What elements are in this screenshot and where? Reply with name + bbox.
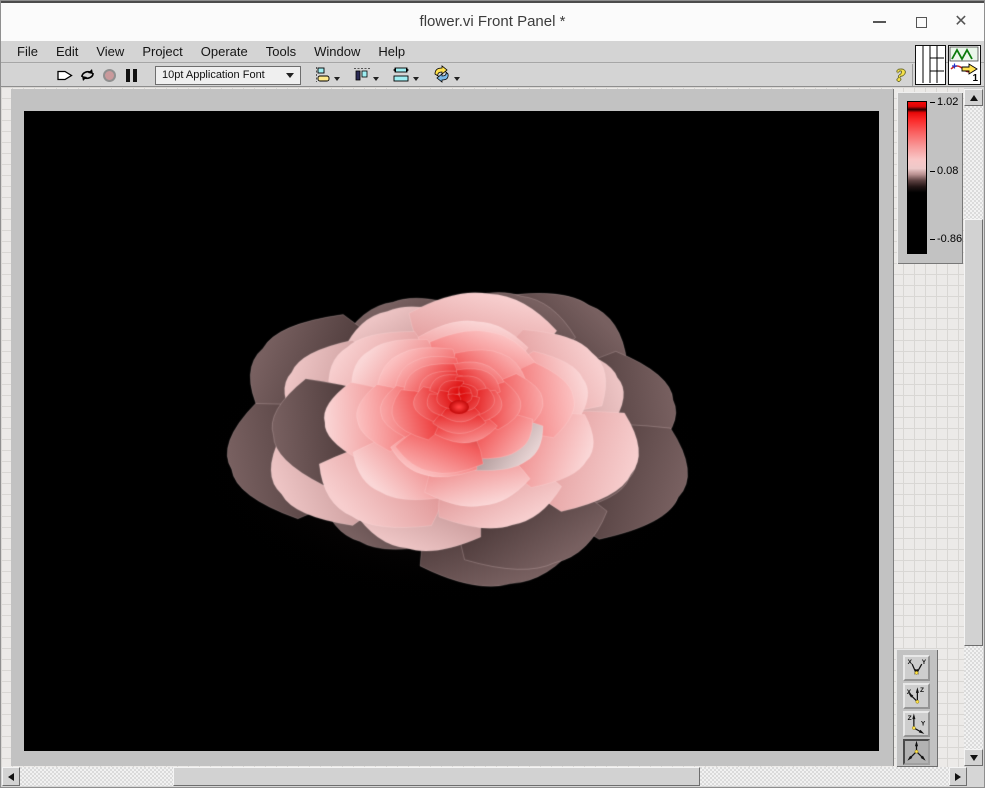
arrow-up-icon	[970, 95, 978, 101]
3d-graph-control	[11, 89, 894, 766]
svg-text:X: X	[908, 659, 913, 666]
color-scale-mid-label: 0.08	[937, 165, 958, 177]
chevron-down-icon	[286, 73, 294, 78]
tick-mark	[930, 171, 935, 172]
scroll-left-button[interactable]	[2, 767, 20, 786]
close-button[interactable]: ✕	[944, 3, 978, 41]
font-selector-value: 10pt Application Font	[162, 69, 286, 81]
resize-objects-icon	[392, 66, 411, 83]
svg-text:Z: Z	[908, 715, 912, 722]
scroll-down-button[interactable]	[964, 749, 983, 766]
vi-number-badge: 1	[972, 73, 978, 84]
projection-zy-button[interactable]: ZY	[903, 711, 930, 737]
vertical-scrollbar-thumb[interactable]	[964, 219, 983, 646]
svg-text:Y: Y	[922, 659, 927, 666]
grid-icon	[916, 46, 944, 83]
front-panel: 1.02 0.08 -0.86 XYZXZY	[1, 87, 985, 788]
svg-text:Y: Y	[921, 720, 926, 727]
minimize-button[interactable]	[862, 3, 896, 41]
align-objects-icon	[314, 66, 332, 83]
toolbar-separator	[912, 64, 913, 86]
context-help-button[interactable]: ?	[896, 66, 905, 85]
scrollbar-corner	[967, 767, 985, 786]
menu-item-edit[interactable]: Edit	[47, 42, 87, 62]
labview-window: flower.vi Front Panel * ✕ File Edit View…	[0, 0, 985, 788]
vertical-scrollbar[interactable]	[964, 89, 983, 766]
axis-projection-icon: XY	[905, 657, 928, 679]
chevron-down-icon	[454, 77, 460, 81]
tick-mark	[930, 102, 935, 103]
axis-projection-icon: ZY	[905, 713, 928, 735]
svg-text:Z: Z	[920, 687, 924, 694]
abort-icon	[103, 69, 116, 82]
run-arrow-icon	[56, 67, 74, 84]
menu-item-help[interactable]: Help	[369, 42, 414, 62]
run-continuously-button[interactable]	[76, 65, 98, 85]
horizontal-scrollbar-thumb[interactable]	[173, 767, 700, 786]
menu-item-file[interactable]: File	[8, 42, 47, 62]
align-objects-dropdown[interactable]	[314, 65, 340, 85]
axis-projection-icon: ZX	[905, 685, 928, 707]
maximize-button[interactable]	[904, 3, 938, 41]
distribute-objects-dropdown[interactable]	[353, 65, 379, 85]
chevron-down-icon	[334, 77, 340, 81]
color-scale-min-label: -0.86	[937, 233, 962, 245]
projection-buttons-panel: XYZXZY	[896, 649, 938, 767]
color-scale-mid: 0.08	[930, 165, 958, 177]
chevron-down-icon	[413, 77, 419, 81]
chevron-down-icon	[373, 77, 379, 81]
reorder-objects-dropdown[interactable]	[432, 65, 460, 85]
font-selector[interactable]: 10pt Application Font	[155, 66, 301, 85]
scroll-right-button[interactable]	[949, 767, 967, 786]
scroll-up-button[interactable]	[964, 89, 983, 106]
axis-projection-icon	[905, 741, 928, 763]
menu-item-project[interactable]: Project	[133, 42, 191, 62]
color-scale-max-label: 1.02	[937, 96, 958, 108]
run-button[interactable]	[54, 65, 76, 85]
menu-item-tools[interactable]: Tools	[257, 42, 305, 62]
run-continuously-icon	[78, 66, 97, 84]
arrow-down-icon	[970, 755, 978, 761]
menu-bar: File Edit View Project Operate Tools Win…	[1, 41, 984, 63]
color-scale-gradient	[907, 101, 927, 254]
tick-mark	[930, 239, 935, 240]
reorder-objects-icon	[432, 65, 452, 83]
arrow-left-icon	[8, 773, 14, 781]
color-scale-min: -0.86	[930, 233, 962, 245]
alignment-grid-icon[interactable]	[915, 45, 946, 85]
menu-item-window[interactable]: Window	[305, 42, 369, 62]
svg-text:X: X	[907, 689, 912, 696]
3d-plot-canvas[interactable]	[24, 111, 879, 751]
arrow-right-icon	[955, 773, 961, 781]
pause-icon	[126, 69, 130, 82]
toolbar: 10pt Application Font	[1, 64, 984, 87]
maximize-icon	[916, 17, 927, 28]
projection-xz-button[interactable]: ZX	[903, 683, 930, 709]
titlebar: flower.vi Front Panel * ✕	[1, 1, 984, 41]
minimize-icon	[873, 21, 886, 23]
menu-item-view[interactable]: View	[87, 42, 133, 62]
vi-icon[interactable]: 1	[948, 45, 981, 85]
color-scale-max: 1.02	[930, 96, 958, 108]
abort-button[interactable]	[98, 65, 120, 85]
distribute-objects-icon	[353, 66, 371, 83]
horizontal-scrollbar[interactable]	[2, 767, 967, 786]
color-scale: 1.02 0.08 -0.86	[897, 92, 963, 264]
pause-button[interactable]	[120, 65, 142, 85]
resize-objects-dropdown[interactable]	[392, 65, 419, 85]
projection-iso-button[interactable]	[903, 739, 930, 765]
menu-item-operate[interactable]: Operate	[192, 42, 257, 62]
window-title: flower.vi Front Panel *	[1, 13, 984, 30]
projection-xy-button[interactable]: XY	[903, 655, 930, 681]
